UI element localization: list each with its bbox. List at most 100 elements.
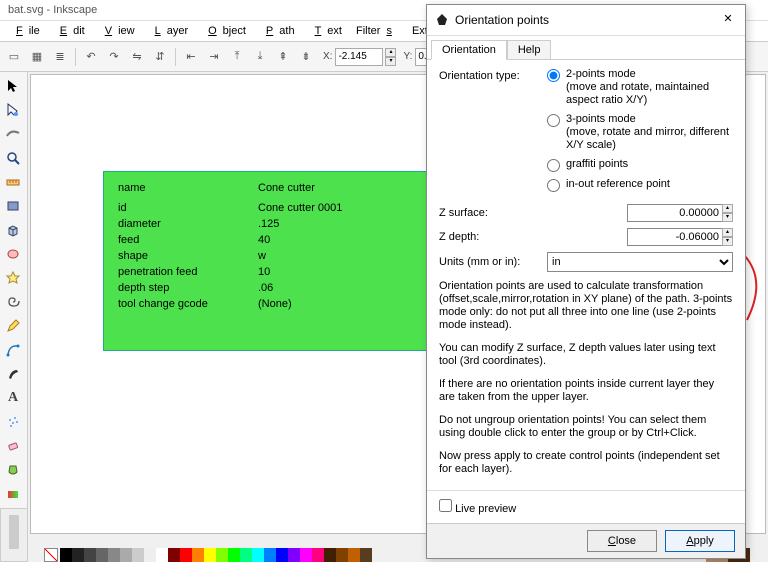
- swatch[interactable]: [84, 548, 96, 562]
- apply-button[interactable]: Apply: [665, 530, 735, 552]
- swatch[interactable]: [300, 548, 312, 562]
- live-preview-checkbox[interactable]: Live preview: [439, 499, 516, 515]
- tab-orientation[interactable]: Orientation: [431, 40, 507, 60]
- node-tool-icon[interactable]: [2, 99, 24, 121]
- menu-object[interactable]: Object: [196, 23, 252, 39]
- swatch-palette: [60, 548, 372, 562]
- help-text: Orientation points are used to calculate…: [439, 280, 733, 476]
- spiral-tool-icon[interactable]: [2, 291, 24, 313]
- swatch[interactable]: [252, 548, 264, 562]
- spray-tool-icon[interactable]: [2, 411, 24, 433]
- z-surface-input[interactable]: [627, 204, 723, 222]
- lower-bottom-icon[interactable]: ⇟: [296, 47, 316, 67]
- swatch-none[interactable]: [44, 548, 58, 562]
- swatch[interactable]: [156, 548, 168, 562]
- units-select[interactable]: in: [547, 252, 733, 272]
- eraser-tool-icon[interactable]: [2, 435, 24, 457]
- menu-path[interactable]: Path: [254, 23, 301, 39]
- radio-3points[interactable]: 3-points mode(move, rotate and mirror, d…: [547, 113, 733, 152]
- swatch[interactable]: [348, 548, 360, 562]
- tweak-tool-icon[interactable]: [2, 123, 24, 145]
- close-icon[interactable]: ✕: [719, 11, 737, 29]
- swatch[interactable]: [132, 548, 144, 562]
- lower-icon[interactable]: ⤓: [250, 47, 270, 67]
- zoom-tool-icon[interactable]: [2, 147, 24, 169]
- swatch[interactable]: [120, 548, 132, 562]
- live-preview-label: Live preview: [455, 503, 516, 515]
- rotate-cw-icon[interactable]: ↷: [104, 47, 124, 67]
- dialog-title: Orientation points: [455, 13, 719, 27]
- layers-icon[interactable]: ≣: [50, 47, 70, 67]
- radio-graffiti[interactable]: graffiti points: [547, 158, 733, 172]
- align-left-icon[interactable]: ⇤: [181, 47, 201, 67]
- swatch[interactable]: [180, 548, 192, 562]
- raise-top-icon[interactable]: ⇞: [273, 47, 293, 67]
- gb-header-name: name: [118, 182, 258, 194]
- menu-filters[interactable]: Filters: [350, 23, 404, 39]
- swatch[interactable]: [324, 548, 336, 562]
- x-spinner[interactable]: ▴▾: [385, 48, 396, 66]
- text-tool-icon[interactable]: A: [2, 387, 24, 409]
- z-depth-label: Z depth:: [439, 231, 627, 243]
- swatch[interactable]: [108, 548, 120, 562]
- radio-2points-input[interactable]: [547, 69, 560, 82]
- z-depth-input[interactable]: [627, 228, 723, 246]
- measure-tool-icon[interactable]: [2, 171, 24, 193]
- gradient-tool-icon[interactable]: [2, 483, 24, 505]
- rotate-ccw-icon[interactable]: ↶: [81, 47, 101, 67]
- radio-inout-input[interactable]: [547, 179, 560, 192]
- swatch[interactable]: [192, 548, 204, 562]
- swatch[interactable]: [276, 548, 288, 562]
- swatch[interactable]: [60, 548, 72, 562]
- orientation-type-label: Orientation type:: [439, 68, 547, 82]
- swatch[interactable]: [312, 548, 324, 562]
- select-all-icon[interactable]: ▦: [27, 47, 47, 67]
- y-label: Y:: [403, 51, 412, 62]
- close-button[interactable]: Close: [587, 530, 657, 552]
- radio-2points[interactable]: 2-points mode(move and rotate, maintaine…: [547, 68, 733, 107]
- swatch[interactable]: [240, 548, 252, 562]
- gb-row: penetration feed10: [118, 264, 428, 280]
- raise-icon[interactable]: ⤒: [227, 47, 247, 67]
- menu-view[interactable]: View: [93, 23, 141, 39]
- menu-edit[interactable]: Edit: [48, 23, 91, 39]
- tab-help[interactable]: Help: [507, 40, 552, 59]
- rect-tool-icon[interactable]: [2, 195, 24, 217]
- z-surface-label: Z surface:: [439, 207, 627, 219]
- ellipse-tool-icon[interactable]: [2, 243, 24, 265]
- swatch[interactable]: [144, 548, 156, 562]
- swatch[interactable]: [168, 548, 180, 562]
- box3d-tool-icon[interactable]: [2, 219, 24, 241]
- x-label: X:: [323, 51, 332, 62]
- z-surface-spinner[interactable]: ▴▾: [722, 204, 733, 222]
- radio-inout[interactable]: in-out reference point: [547, 178, 733, 192]
- swatch[interactable]: [264, 548, 276, 562]
- menu-text[interactable]: Text: [303, 23, 348, 39]
- radio-graffiti-input[interactable]: [547, 159, 560, 172]
- flip-v-icon[interactable]: ⇵: [150, 47, 170, 67]
- swatch[interactable]: [336, 548, 348, 562]
- menu-file[interactable]: File: [4, 23, 46, 39]
- z-depth-spinner[interactable]: ▴▾: [722, 228, 733, 246]
- swatch[interactable]: [288, 548, 300, 562]
- star-tool-icon[interactable]: [2, 267, 24, 289]
- scroll-indicator[interactable]: [0, 508, 28, 562]
- align-right-icon[interactable]: ⇥: [204, 47, 224, 67]
- radio-3points-input[interactable]: [547, 114, 560, 127]
- menu-layer[interactable]: Layer: [143, 23, 195, 39]
- x-input[interactable]: [335, 48, 383, 66]
- bezier-tool-icon[interactable]: [2, 339, 24, 361]
- flip-h-icon[interactable]: ⇋: [127, 47, 147, 67]
- swatch[interactable]: [72, 548, 84, 562]
- pencil-tool-icon[interactable]: [2, 315, 24, 337]
- swatch[interactable]: [216, 548, 228, 562]
- bucket-tool-icon[interactable]: [2, 459, 24, 481]
- live-preview-input[interactable]: [439, 499, 452, 512]
- swatch[interactable]: [228, 548, 240, 562]
- swatch[interactable]: [360, 548, 372, 562]
- calligraphy-tool-icon[interactable]: [2, 363, 24, 385]
- swatch[interactable]: [204, 548, 216, 562]
- selector-tool-icon[interactable]: [2, 75, 24, 97]
- new-doc-icon[interactable]: ▭: [4, 47, 24, 67]
- swatch[interactable]: [96, 548, 108, 562]
